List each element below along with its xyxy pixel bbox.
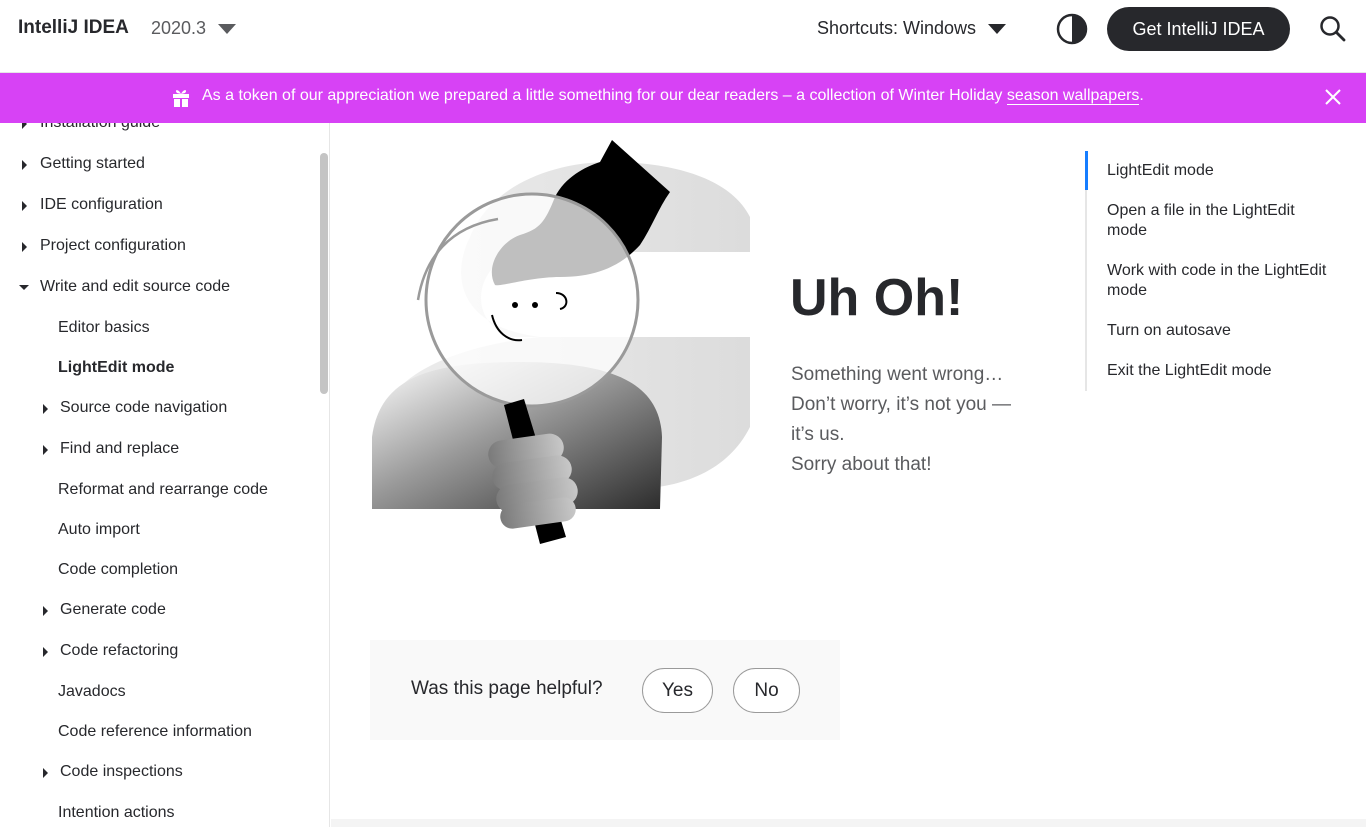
version-selector[interactable]: 2020.3 bbox=[151, 18, 237, 39]
toc-item-work-with-code[interactable]: Work with code in the LightEdit mode bbox=[1107, 261, 1327, 301]
product-name-link[interactable]: IntelliJ IDEA bbox=[18, 17, 129, 39]
banner-text: As a token of our appreciation we prepar… bbox=[202, 87, 1144, 105]
toc-item-exit-lightedit[interactable]: Exit the LightEdit mode bbox=[1107, 361, 1327, 381]
no-button[interactable]: No bbox=[733, 668, 800, 713]
chevron-right-icon[interactable] bbox=[22, 201, 27, 211]
error-line: it’s us. bbox=[791, 424, 845, 445]
season-wallpapers-link[interactable]: season wallpapers bbox=[1006, 87, 1140, 105]
toc-active-indicator bbox=[1085, 151, 1088, 190]
theme-toggle-button[interactable] bbox=[1056, 13, 1088, 45]
get-intellij-button[interactable]: Get IntelliJ IDEA bbox=[1107, 7, 1290, 51]
yes-button[interactable]: Yes bbox=[642, 668, 713, 713]
sidebar-item-code-completion[interactable]: Code completion bbox=[58, 561, 178, 579]
shortcuts-selector[interactable]: Shortcuts: Windows bbox=[817, 18, 1007, 39]
sidebar-item-code-reference-information[interactable]: Code reference information bbox=[58, 723, 252, 741]
search-button[interactable] bbox=[1318, 14, 1348, 44]
sidebar-item-intention-actions[interactable]: Intention actions bbox=[58, 804, 175, 822]
sidebar-item-reformat-and-rearrange-code[interactable]: Reformat and rearrange code bbox=[58, 481, 268, 499]
footer-edge bbox=[331, 819, 1366, 827]
sidebar-item-find-and-replace[interactable]: Find and replace bbox=[60, 440, 179, 458]
banner-suffix: . bbox=[1139, 87, 1144, 104]
sidebar-scrollbar[interactable] bbox=[320, 153, 328, 394]
sidebar-item-source-code-navigation[interactable]: Source code navigation bbox=[60, 399, 227, 417]
shortcuts-label: Shortcuts: Windows bbox=[817, 18, 977, 38]
feedback-box: Was this page helpful? Yes No bbox=[370, 640, 840, 740]
chevron-right-icon[interactable] bbox=[43, 445, 48, 455]
chevron-right-icon[interactable] bbox=[43, 768, 48, 778]
chevron-right-icon[interactable] bbox=[43, 404, 48, 414]
error-message: Something went wrong… Don’t worry, it’s … bbox=[791, 360, 1051, 480]
version-label: 2020.3 bbox=[151, 18, 207, 38]
promo-banner: As a token of our appreciation we prepar… bbox=[0, 73, 1366, 123]
sidebar-item-lightedit-mode[interactable]: LightEdit mode bbox=[58, 359, 174, 377]
sidebar-item-installation-guide[interactable]: Installation guide bbox=[40, 123, 160, 132]
contrast-icon bbox=[1056, 13, 1088, 45]
chevron-right-icon[interactable] bbox=[43, 606, 48, 616]
sidebar-item-code-inspections[interactable]: Code inspections bbox=[60, 763, 183, 781]
chevron-right-icon[interactable] bbox=[43, 647, 48, 657]
sidebar-item-project-configuration[interactable]: Project configuration bbox=[40, 237, 186, 255]
error-line: Something went wrong… bbox=[791, 364, 1004, 385]
close-icon[interactable] bbox=[1322, 86, 1344, 108]
toc-item-lightedit-mode[interactable]: LightEdit mode bbox=[1107, 161, 1327, 181]
sidebar-item-javadocs[interactable]: Javadocs bbox=[58, 683, 126, 701]
sidebar-item-code-refactoring[interactable]: Code refactoring bbox=[60, 642, 178, 660]
toc-item-turn-on-autosave[interactable]: Turn on autosave bbox=[1107, 321, 1327, 341]
sidebar-item-editor-basics[interactable]: Editor basics bbox=[58, 319, 150, 337]
sidebar-item-auto-import[interactable]: Auto import bbox=[58, 521, 140, 539]
chevron-right-icon[interactable] bbox=[22, 242, 27, 252]
error-line: Sorry about that! bbox=[791, 454, 932, 475]
sidebar-item-write-and-edit-source-code[interactable]: Write and edit source code bbox=[40, 278, 230, 296]
chevron-down-icon bbox=[988, 23, 1007, 34]
gift-icon bbox=[173, 90, 189, 107]
chevron-right-icon[interactable] bbox=[22, 123, 27, 129]
chevron-down-icon[interactable] bbox=[19, 285, 29, 290]
chevron-right-icon[interactable] bbox=[22, 160, 27, 170]
top-header: IntelliJ IDEA 2020.3 Shortcuts: Windows … bbox=[0, 0, 1366, 73]
sidebar-nav: Installation guide Getting started IDE c… bbox=[0, 123, 330, 827]
feedback-question: Was this page helpful? bbox=[411, 678, 603, 699]
sidebar-item-getting-started[interactable]: Getting started bbox=[40, 155, 145, 173]
error-title: Uh Oh! bbox=[790, 269, 964, 327]
search-icon bbox=[1320, 16, 1346, 42]
error-line: Don’t worry, it’s not you — bbox=[791, 394, 1011, 415]
toc-item-open-a-file[interactable]: Open a file in the LightEdit mode bbox=[1107, 201, 1327, 241]
table-of-contents: LightEdit mode Open a file in the LightE… bbox=[1085, 151, 1327, 391]
sidebar-item-ide-configuration[interactable]: IDE configuration bbox=[40, 196, 163, 214]
error-illustration bbox=[372, 140, 750, 544]
chevron-down-icon bbox=[218, 23, 237, 34]
sidebar-item-generate-code[interactable]: Generate code bbox=[60, 601, 166, 619]
banner-message: As a token of our appreciation we prepar… bbox=[202, 87, 1003, 104]
